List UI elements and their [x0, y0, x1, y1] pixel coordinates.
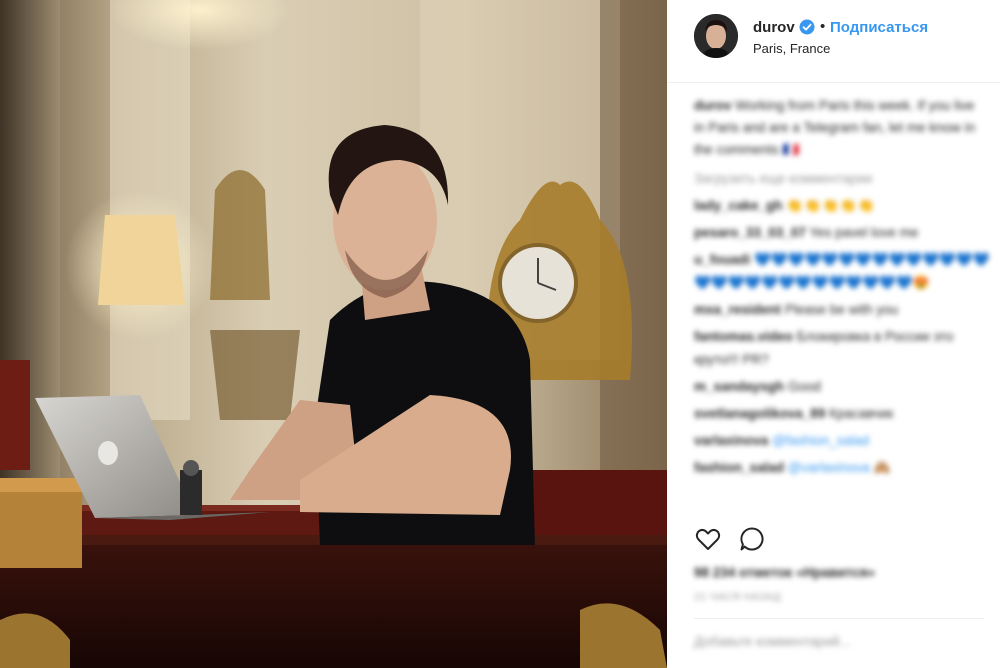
comments-list: durov Working from Paris this week. If y… [694, 95, 994, 483]
comment-text: 👏👏👏👏👏 [786, 198, 876, 213]
separator-dot: • [820, 18, 826, 35]
comment-text: Good [787, 379, 821, 394]
post-photo-illustration [0, 0, 667, 668]
comment-text: Красавчик [829, 406, 894, 421]
likes-count[interactable]: 98 234 отметок «Нравится» [694, 565, 875, 580]
comment-text[interactable]: @varlaxinova 🙈 [788, 460, 891, 475]
verified-badge-icon [799, 19, 815, 35]
comment-item: u_fouadi 💙💙💙💙💙💙💙💙💙💙💙💙💙💙💙💙💙💙💙💙💙💙💙💙💙💙💙😍 [694, 248, 994, 294]
comment-username[interactable]: fantomas.video [694, 329, 793, 344]
post-caption: durov Working from Paris this week. If y… [694, 95, 984, 161]
comment-item: m_sandaysgh Good [694, 375, 994, 398]
comment-username[interactable]: pesaro_33_03_07 [694, 225, 806, 240]
comment-username[interactable]: mxa_resident [694, 302, 781, 317]
comment-item: pesaro_33_03_07 Yes pavel love me [694, 221, 994, 244]
comment-username[interactable]: u_fouadi [694, 252, 750, 267]
location-link[interactable]: Paris, France [753, 41, 830, 56]
comment-item: mxa_resident Please be with you [694, 298, 994, 321]
comment-item: lady_cake_gh 👏👏👏👏👏 [694, 194, 994, 217]
comment-icon[interactable] [738, 525, 766, 553]
post-actions [694, 525, 984, 555]
username-link[interactable]: durov [753, 19, 795, 36]
heart-icon[interactable] [694, 525, 722, 553]
comment-item: fashion_salad @varlaxinova 🙈 [694, 456, 994, 479]
post-sidebar: durov • Подписаться Paris, France durov … [667, 0, 1000, 668]
avatar[interactable] [694, 14, 738, 58]
comment-item: svetlanagolikova_89 Красавчик [694, 402, 994, 425]
comment-item: varlaxinova @fashion_salad [694, 429, 994, 452]
comment-username[interactable]: fashion_salad [694, 460, 784, 475]
divider [694, 618, 984, 619]
comment-text: Yes pavel love me [809, 225, 919, 240]
add-comment-input[interactable]: Добавьте комментарий... [694, 634, 851, 649]
caption-text: Working from Paris this week. If you liv… [694, 98, 976, 157]
comment-username[interactable]: m_sandaysgh [694, 379, 784, 394]
comment-item: fantomas.video Блокировка в России это к… [694, 325, 994, 371]
post-photo[interactable] [0, 0, 667, 668]
comment-username[interactable]: varlaxinova [694, 433, 768, 448]
comment-text: Please be with you [784, 302, 899, 317]
load-more-comments-link[interactable]: Загрузить еще комментарии [694, 167, 994, 190]
comment-username[interactable]: lady_cake_gh [694, 198, 783, 213]
follow-button[interactable]: Подписаться [830, 19, 928, 36]
caption-username[interactable]: durov [694, 98, 732, 113]
comment-username[interactable]: svetlanagolikova_89 [694, 406, 825, 421]
comment-text[interactable]: @fashion_salad [772, 433, 869, 448]
post-header: durov • Подписаться Paris, France [667, 0, 1000, 83]
post-date: 21 ЧАСЯ НАЗАД [694, 591, 781, 603]
avatar-image [694, 14, 738, 58]
